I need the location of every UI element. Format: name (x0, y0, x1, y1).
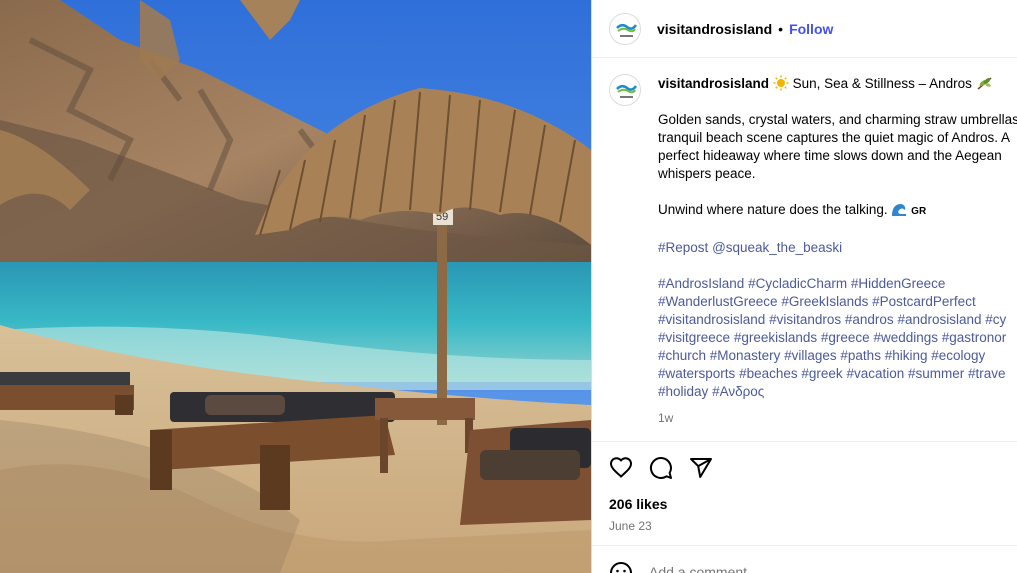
post-username[interactable]: visitandrosisland (657, 21, 772, 37)
action-icons (592, 442, 1017, 480)
hashtag[interactable]: #Monastery (710, 348, 781, 363)
hashtag[interactable]: #hiking (885, 348, 928, 363)
caption-body: visitandrosisland Sun, Sea & Stillness –… (658, 74, 1017, 427)
hashtag[interactable]: #Ανδρος (712, 384, 764, 399)
hashtag[interactable]: #CycladicCharm (748, 276, 847, 291)
hashtag[interactable]: #greek (801, 366, 842, 381)
caption-line: Golden sands, crystal waters, and charmi… (658, 112, 1017, 127)
hashtag[interactable]: #weddings (873, 330, 938, 345)
sun-emoji-icon (773, 75, 789, 91)
post-date: June 23 (609, 519, 652, 533)
hashtag[interactable]: #trave (968, 366, 1006, 381)
wave-emoji-icon (892, 204, 907, 216)
visit-andros-logo-icon (616, 85, 638, 98)
beach-photo-illustration: 59 (0, 0, 591, 573)
hashtag[interactable]: #watersports (658, 366, 735, 381)
repost-hashtag[interactable]: #Repost (658, 240, 708, 255)
comment-input[interactable] (649, 563, 949, 573)
separator-dot: • (778, 20, 784, 37)
likes-count[interactable]: 206 likes (592, 480, 1017, 512)
hashtag[interactable]: #paths (840, 348, 881, 363)
caption-time-ago[interactable]: 1w (658, 409, 1017, 427)
follow-button[interactable]: Follow (789, 21, 833, 37)
hashtag[interactable]: #greekislands (734, 330, 817, 345)
post-header: visitandrosisland • Follow (592, 0, 1017, 58)
hashtag[interactable]: #GreekIslands (781, 294, 868, 309)
comment-icon[interactable] (649, 456, 673, 480)
hashtag[interactable]: #gastronor (942, 330, 1007, 345)
avatar[interactable] (609, 12, 641, 45)
post-actions: 206 likes June 23 (592, 441, 1017, 549)
add-comment-bar (592, 545, 1017, 573)
hashtag[interactable]: #church (658, 348, 706, 363)
hashtag[interactable]: #PostcardPerfect (872, 294, 976, 309)
hashtag[interactable]: #summer (908, 366, 964, 381)
caption: visitandrosisland Sun, Sea & Stillness –… (592, 59, 1017, 427)
hashtag[interactable]: #holiday (658, 384, 708, 399)
post-photo[interactable]: 59 (0, 0, 591, 573)
hashtag[interactable]: #visitgreece (658, 330, 730, 345)
comments-area[interactable]: visitandrosisland Sun, Sea & Stillness –… (592, 59, 1017, 441)
hashtag[interactable]: #greece (821, 330, 870, 345)
caption-line: whispers peace. (658, 166, 756, 181)
caption-line: tranquil beach scene captures the quiet … (658, 130, 1010, 145)
hashtag[interactable]: #villages (784, 348, 837, 363)
olive-branch-emoji-icon (977, 77, 992, 90)
hashtag[interactable]: #vacation (846, 366, 904, 381)
hashtag[interactable]: #WanderlustGreece (658, 294, 778, 309)
caption-username[interactable]: visitandrosisland (658, 76, 769, 91)
post-side-panel: visitandrosisland • Follow visitandrosis… (591, 0, 1017, 573)
caption-title: Sun, Sea & Stillness – Andros (792, 76, 972, 91)
visit-andros-logo-icon (616, 23, 638, 37)
emoji-icon[interactable] (609, 561, 633, 573)
heart-icon[interactable] (609, 456, 633, 480)
hashtag[interactable]: #cy (985, 312, 1006, 327)
caption-unwind: Unwind where nature does the talking. (658, 202, 888, 217)
hashtag[interactable]: #AndrosIsland (658, 276, 744, 291)
hashtag[interactable]: #andros (845, 312, 894, 327)
hashtag[interactable]: #visitandrosisland (658, 312, 765, 327)
caption-avatar[interactable] (609, 74, 641, 106)
repost-user-mention[interactable]: @squeak_the_beaski (712, 240, 842, 255)
flag-text: GR (911, 206, 927, 217)
hashtag[interactable]: #visitandros (769, 312, 841, 327)
hashtag[interactable]: #androsisland (897, 312, 981, 327)
hashtag[interactable]: #beaches (739, 366, 798, 381)
share-icon[interactable] (689, 456, 713, 480)
caption-line: perfect hideaway where time slows down a… (658, 148, 1002, 163)
hashtag[interactable]: #HiddenGreece (851, 276, 946, 291)
hashtag[interactable]: #ecology (931, 348, 985, 363)
